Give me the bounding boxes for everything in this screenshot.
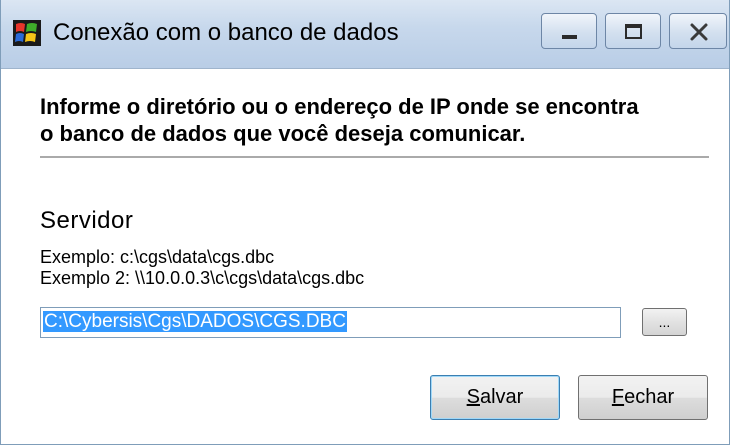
example-2-text: Exemplo 2: \\10.0.0.3\c\cgs\data\cgs.dbc xyxy=(40,268,365,288)
dialog-window: Conexão com o banco de dados Informe o d… xyxy=(0,0,730,445)
close-dialog-button[interactable]: Fechar xyxy=(578,375,708,420)
save-label: alvar xyxy=(479,386,524,408)
example-1-text: Exemplo: c:\cgs\data\cgs.dbc xyxy=(40,247,275,267)
close-label: echar xyxy=(624,386,675,408)
instruction-line-1: Informe o diretório ou o endereço de IP … xyxy=(40,94,639,119)
browse-button[interactable]: ... xyxy=(642,308,687,336)
instruction-text: Informe o diretório ou o endereço de IP … xyxy=(40,93,720,147)
dialog-content: Informe o diretório ou o endereço de IP … xyxy=(1,69,729,444)
instruction-line-2: o banco de dados que você deseja comunic… xyxy=(40,121,526,146)
database-path-value: C:\Cybersis\Cgs\DADOS\CGS.DBC xyxy=(43,311,347,332)
save-mnemonic: S xyxy=(466,386,480,408)
minimize-button[interactable] xyxy=(541,13,597,49)
minimize-icon xyxy=(562,35,577,39)
separator xyxy=(40,156,709,159)
title-bar[interactable]: Conexão com o banco de dados xyxy=(1,0,729,69)
windows-logo-icon xyxy=(13,20,41,46)
server-section-title: Servidor xyxy=(40,207,134,234)
close-icon xyxy=(690,23,708,41)
database-path-input[interactable]: C:\Cybersis\Cgs\DADOS\CGS.DBC xyxy=(40,307,621,338)
maximize-button[interactable] xyxy=(605,13,661,49)
maximize-icon xyxy=(625,24,642,39)
close-button[interactable] xyxy=(669,13,727,49)
close-mnemonic: F xyxy=(611,386,625,408)
save-button[interactable]: Salvar xyxy=(430,375,560,420)
window-title: Conexão com o banco de dados xyxy=(53,19,399,46)
